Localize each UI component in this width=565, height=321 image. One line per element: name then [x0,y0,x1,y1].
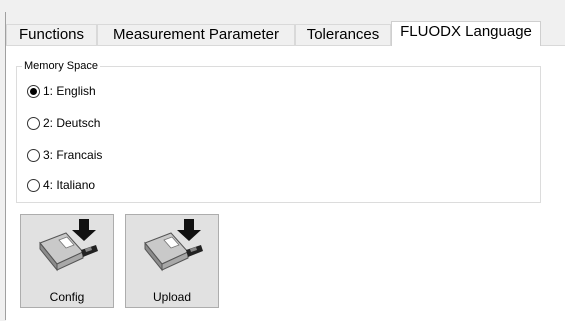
radio-unselected-icon[interactable] [27,178,40,192]
tab-measurement-parameter[interactable]: Measurement Parameter [97,24,295,45]
radio-unselected-icon[interactable] [27,116,40,130]
radio-francais[interactable]: 3: Francais [27,147,102,163]
radio-deutsch[interactable]: 2: Deutsch [27,115,100,131]
memory-space-legend: Memory Space [22,59,100,73]
usb-drive-download-icon [39,219,98,272]
config-button-label: Config [49,290,85,304]
usb-drive-download-icon [144,219,203,272]
radio-italiano[interactable]: 4: Italiano [27,177,95,193]
radio-label: 2: Deutsch [43,116,101,130]
radio-selected-icon[interactable] [27,84,40,98]
tab-tolerances[interactable]: Tolerances [295,24,391,45]
radio-english[interactable]: 1: English [27,83,96,99]
window-top-strip [0,0,565,12]
radio-unselected-icon[interactable] [27,148,40,162]
radio-label: 3: Francais [43,148,103,162]
upload-button[interactable]: Upload [125,214,219,308]
radio-label: 1: English [43,84,96,98]
radio-label: 4: Italiano [43,178,96,192]
tab-fluodx-language[interactable]: FLUODX Language [391,21,541,46]
config-button[interactable]: Config [20,214,114,308]
upload-button-label: Upload [152,290,192,304]
tab-functions[interactable]: Functions [6,24,97,45]
